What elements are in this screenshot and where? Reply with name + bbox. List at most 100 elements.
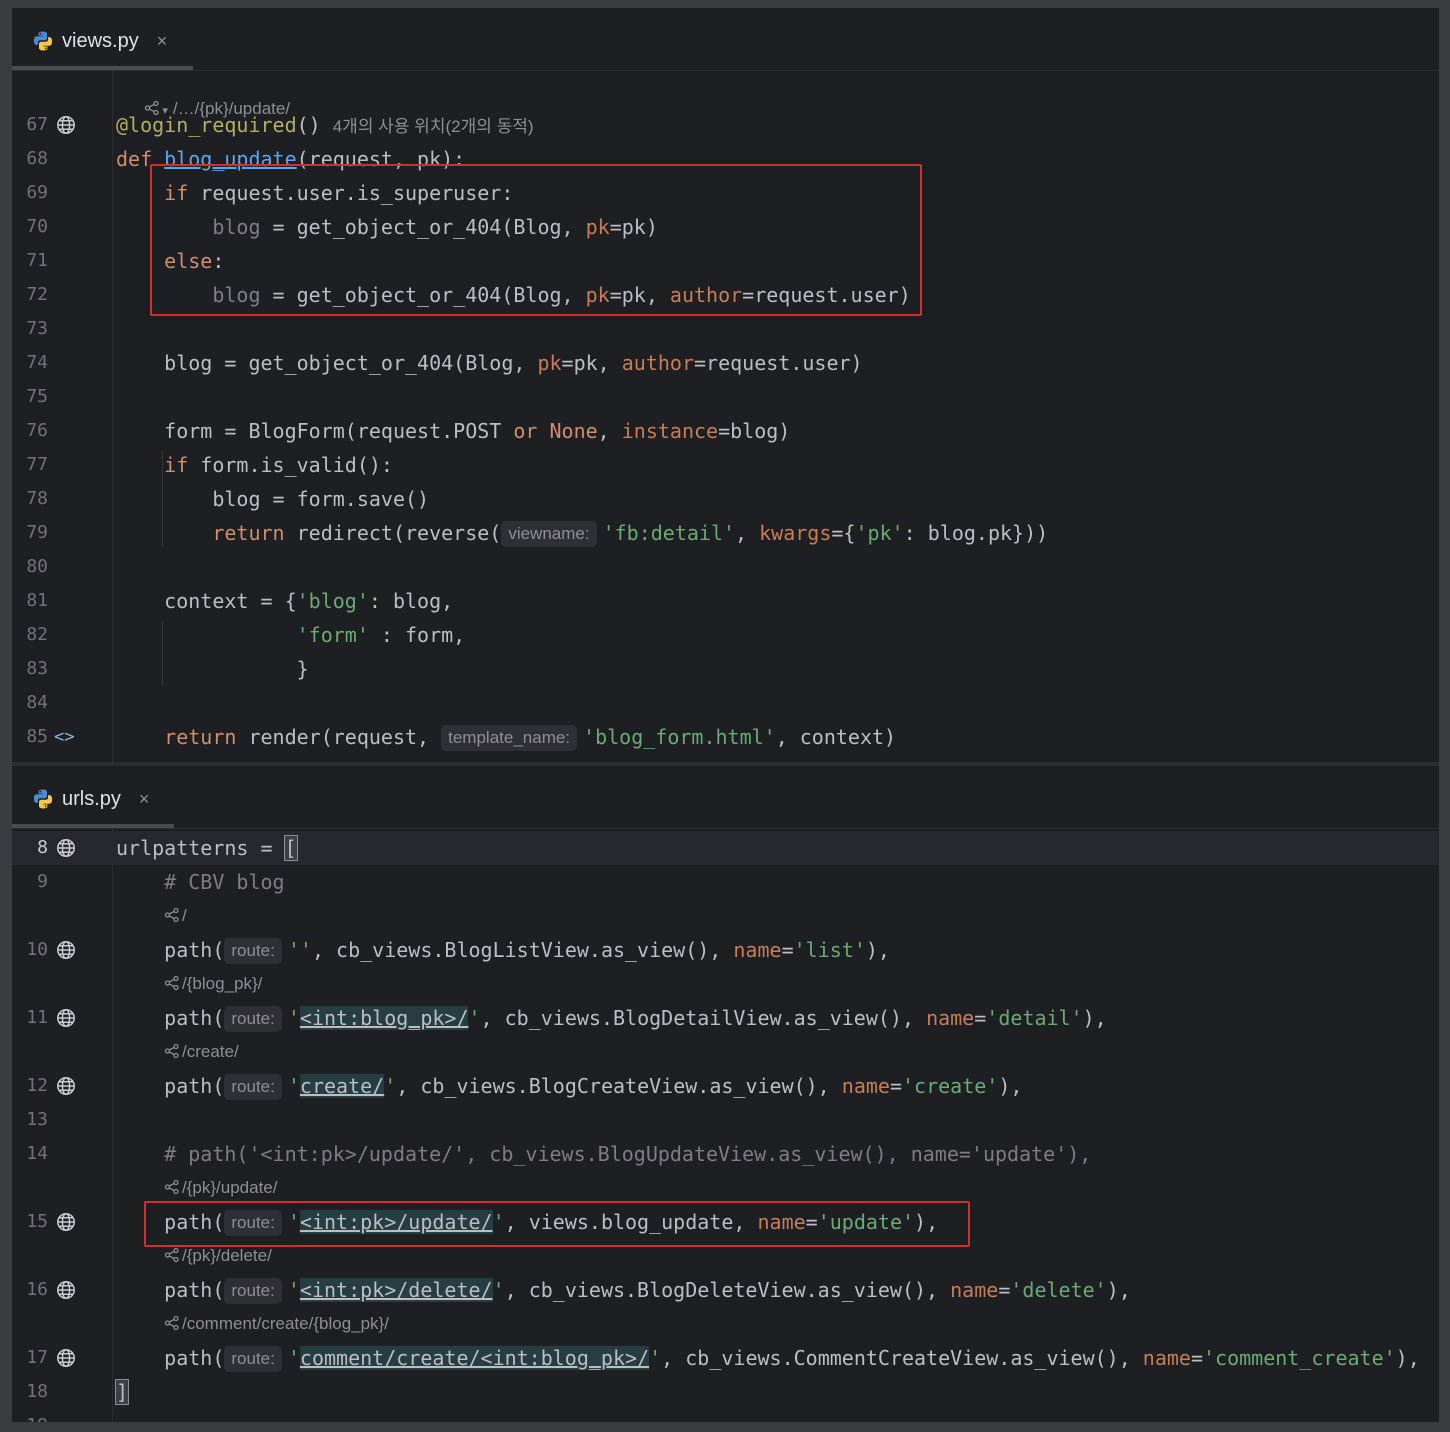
param-hint-route: route: xyxy=(224,1074,282,1100)
ide-window: views.py × ▾/…/{pk}/update/ 67 @login_re… xyxy=(12,8,1439,1422)
line-number: 14 xyxy=(26,1143,48,1164)
line-number: 78 xyxy=(26,488,48,509)
views-editor[interactable]: ▾/…/{pk}/update/ 67 @login_required() 4개의… xyxy=(12,71,1439,762)
endpoint-path: /create/ xyxy=(182,1042,239,1061)
globe-icon[interactable] xyxy=(56,1008,76,1028)
urls-tabbar: urls.py × xyxy=(12,766,1439,829)
code-text: context = {'blog': blog, xyxy=(116,589,454,613)
line-number: 13 xyxy=(26,1109,48,1130)
code-line: 16 path(route: '<int:pk>/delete/', cb_vie… xyxy=(12,1273,1439,1307)
share-icon xyxy=(164,1043,179,1059)
line-number: 83 xyxy=(26,658,48,679)
code-text: path(route: '<int:pk>/delete/', cb_views.… xyxy=(116,1278,1131,1304)
line-number: 79 xyxy=(26,522,48,543)
line-number: 17 xyxy=(26,1347,48,1368)
endpoint-hint[interactable]: /{blog_pk}/ xyxy=(164,967,262,1001)
endpoint-hint[interactable]: /comment/create/{blog_pk}/ xyxy=(164,1307,389,1341)
code-text: # path('<int:pk>/update/', cb_views.Blog… xyxy=(164,1142,1092,1166)
endpoint-path: /{blog_pk}/ xyxy=(182,974,263,993)
param-hint-route: route: xyxy=(224,1278,282,1304)
globe-icon[interactable] xyxy=(56,115,76,135)
close-icon[interactable]: × xyxy=(157,31,168,52)
code-text: urlpatterns = [ xyxy=(116,835,298,861)
line-number: 74 xyxy=(26,352,48,373)
code-line: 8 urlpatterns = [ xyxy=(12,831,1439,865)
line-number: 69 xyxy=(26,182,48,203)
template-link-icon[interactable]: <> xyxy=(54,720,74,754)
code-text: form = BlogForm(request.POST or None, in… xyxy=(116,419,791,443)
line-number: 82 xyxy=(26,624,48,645)
code-line: 84 xyxy=(12,686,1439,720)
code-line: 67 @login_required() 4개의 사용 위치(2개의 동적) xyxy=(12,108,1439,142)
line-number: 80 xyxy=(26,556,48,577)
code-line: 19 xyxy=(12,1409,1439,1422)
line-number: 19 xyxy=(12,1409,48,1422)
endpoint-hint[interactable]: / xyxy=(164,899,187,933)
tab-label: urls.py xyxy=(62,787,121,810)
code-line: 17 path(route:'comment/create/<int:blog_… xyxy=(12,1341,1439,1375)
param-hint-route: route: xyxy=(224,938,282,964)
code-text: path(route: '', cb_views.BlogListView.as_… xyxy=(116,938,890,964)
endpoint-path: /{pk}/delete/ xyxy=(182,1246,272,1265)
endpoint-path: / xyxy=(182,906,187,925)
globe-icon[interactable] xyxy=(56,1076,76,1096)
code-text: @login_required() 4개의 사용 위치(2개의 동적) xyxy=(116,113,534,137)
code-line: 74 blog = get_object_or_404(Blog, pk=pk,… xyxy=(12,346,1439,380)
highlight-box xyxy=(150,164,922,316)
python-file-icon xyxy=(32,788,54,810)
code-line: 79 return redirect(reverse(viewname:'fb:… xyxy=(12,516,1439,550)
share-icon xyxy=(164,1315,179,1331)
usage-hint[interactable]: 4개의 사용 위치(2개의 동적) xyxy=(333,117,534,136)
globe-icon[interactable] xyxy=(56,1348,76,1368)
code-line: 18 ] xyxy=(12,1375,1439,1409)
code-line: 13 xyxy=(12,1103,1439,1137)
param-hint-route: route: xyxy=(224,1346,282,1372)
globe-icon[interactable] xyxy=(56,1280,76,1300)
python-file-icon xyxy=(32,30,54,52)
code-line: 78 blog = form.save() xyxy=(12,482,1439,516)
code-line: 82 'form' : form, xyxy=(12,618,1439,652)
code-text: # CBV blog xyxy=(164,870,285,894)
endpoint-breadcrumb[interactable]: ▾/…/{pk}/update/ xyxy=(116,67,290,118)
code-line: 12 path(route:'create/', cb_views.BlogCr… xyxy=(12,1069,1439,1103)
share-icon xyxy=(164,975,179,991)
highlight-box xyxy=(144,1201,970,1247)
endpoint-path: /{pk}/update/ xyxy=(182,1178,278,1197)
code-text: blog = form.save() xyxy=(116,487,430,511)
globe-icon[interactable] xyxy=(56,940,76,960)
line-number: 8 xyxy=(37,837,48,858)
code-text: if form.is_valid(): xyxy=(164,453,393,477)
line-number: 70 xyxy=(26,216,48,237)
line-number: 12 xyxy=(26,1075,48,1096)
globe-icon[interactable] xyxy=(56,838,76,858)
endpoint-hint[interactable]: /{pk}/update/ xyxy=(164,1171,277,1205)
urls-editor[interactable]: 8 urlpatterns = [ 9 # CBV blog / 10 path… xyxy=(12,829,1439,1422)
code-text: ] xyxy=(114,1379,130,1405)
line-number: 75 xyxy=(26,386,48,407)
line-number: 81 xyxy=(26,590,48,611)
code-text: return render(request, template_name:'bl… xyxy=(164,725,897,751)
line-number: 76 xyxy=(26,420,48,441)
code-text: path(route:'create/', cb_views.BlogCreat… xyxy=(116,1074,1023,1100)
code-text: blog = get_object_or_404(Blog, pk=pk, au… xyxy=(116,351,863,375)
globe-icon[interactable] xyxy=(56,1212,76,1232)
tab-views-py[interactable]: views.py × xyxy=(32,27,167,55)
line-number: 18 xyxy=(26,1381,48,1402)
share-icon xyxy=(164,1247,179,1263)
code-line: 75 xyxy=(12,380,1439,414)
tab-urls-py[interactable]: urls.py × xyxy=(32,785,149,813)
views-tabbar: views.py × xyxy=(12,8,1439,71)
share-icon xyxy=(164,1179,179,1195)
endpoint-hint[interactable]: /create/ xyxy=(164,1035,239,1069)
code-text: path(route: '<int:blog_pk>/', cb_views.Bl… xyxy=(116,1006,1107,1032)
param-hint-viewname: viewname: xyxy=(501,521,597,547)
line-number: 68 xyxy=(26,148,48,169)
code-line: 10 path(route: '', cb_views.BlogListView.… xyxy=(12,933,1439,967)
line-number: 9 xyxy=(37,871,48,892)
line-number: 72 xyxy=(26,284,48,305)
code-line: 76 form = BlogForm(request.POST or None,… xyxy=(12,414,1439,448)
close-icon[interactable]: × xyxy=(139,789,150,810)
code-text: } xyxy=(116,657,309,681)
code-text: return redirect(reverse(viewname:'fb:det… xyxy=(212,521,1049,547)
param-hint-template-name: template_name: xyxy=(441,725,578,751)
